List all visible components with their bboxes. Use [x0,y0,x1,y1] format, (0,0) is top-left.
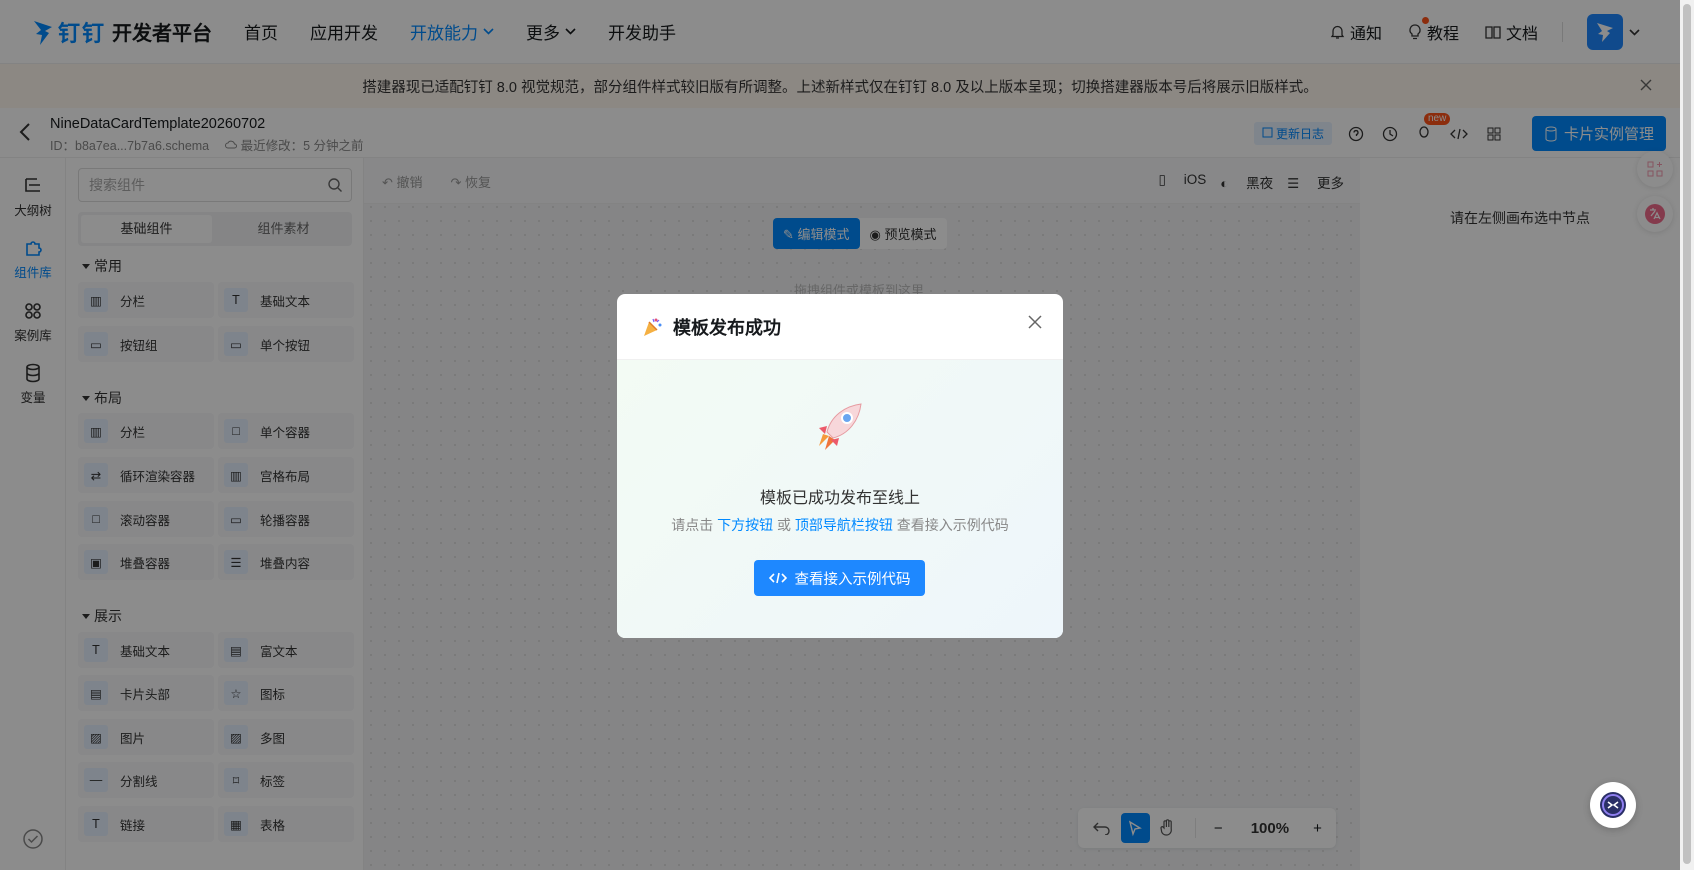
below-button-link[interactable]: 下方按钮 [717,517,773,533]
modal-description: 请点击 下方按钮 或 顶部导航栏按钮 查看接入示例代码 [617,515,1063,535]
party-popper-icon [644,318,662,336]
modal-body: 模板已成功发布至线上 请点击 下方按钮 或 顶部导航栏按钮 查看接入示例代码 查… [617,360,1063,638]
rocket-icon [819,403,862,450]
desc-text: 请点击 [671,517,718,533]
scrollbar-thumb[interactable] [1683,4,1691,864]
publish-success-modal: 模板发布成功 模板已成功发布至线上 请点击 下方按钮 或 顶部导航栏按钮 查看接… [617,294,1063,638]
desc-text: 或 [773,517,795,533]
view-sample-code-label: 查看接入示例代码 [794,571,911,588]
desc-text: 查看接入示例代码 [892,517,1009,533]
modal-header: 模板发布成功 [617,294,1063,360]
top-nav-button-link[interactable]: 顶部导航栏按钮 [795,517,893,533]
code-icon [768,572,787,584]
assistant-icon [1600,792,1626,818]
close-icon[interactable] [1027,314,1043,330]
modal-title: 模板发布成功 [673,317,781,338]
assistant-chat-button[interactable] [1590,782,1636,828]
modal-message: 模板已成功发布至线上 [759,490,920,507]
page-scrollbar[interactable] [1680,0,1694,870]
view-sample-code-button[interactable]: 查看接入示例代码 [754,560,925,596]
